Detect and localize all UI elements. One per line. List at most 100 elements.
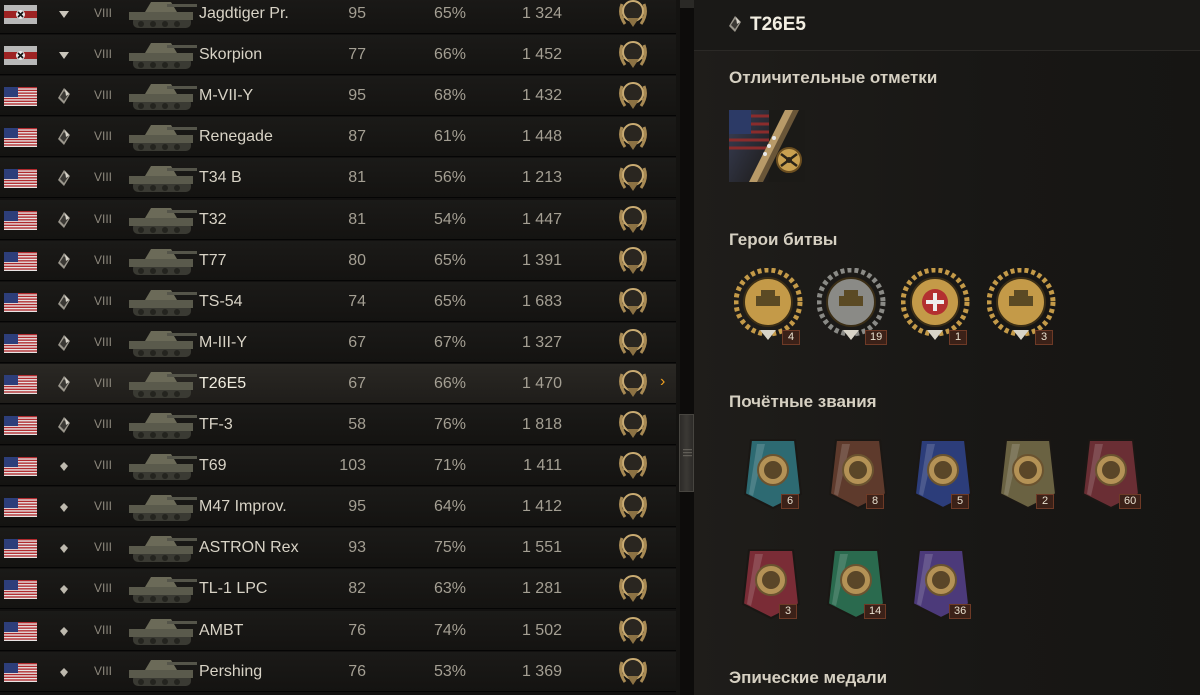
battles-count: 74 (348, 292, 366, 310)
tank-name: M-III-Y (199, 333, 247, 351)
vehicle-row[interactable]: VIII M-III-Y 67 67% 1 327 (0, 322, 676, 363)
tank-thumbnail-icon (129, 43, 197, 70)
battles-count: 81 (348, 210, 366, 228)
vehicle-row[interactable]: VIII T26E5 67 66% 1 470 › (0, 363, 676, 404)
medal-count: 19 (865, 330, 888, 345)
tank-name: T26E5 (199, 374, 247, 392)
win-rate: 67% (433, 333, 466, 351)
tier-label: VIII (93, 622, 112, 637)
medal-count: 2 (1036, 494, 1054, 509)
tier-label: VIII (93, 375, 112, 390)
vehicle-row[interactable]: VIII Pershing 76 53% 1 369 (0, 651, 676, 692)
average-experience: 1 327 (521, 333, 562, 351)
usa-flag-icon (4, 498, 37, 518)
vehicle-row[interactable]: VIII AMBT 76 74% 1 502 (0, 610, 676, 651)
mastery-badge-icon (619, 41, 647, 69)
battles-count: 81 (348, 169, 366, 187)
heavy-tank-type-icon (58, 252, 70, 269)
win-rate: 68% (433, 87, 466, 105)
tank-name: M-VII-Y (199, 87, 254, 105)
battles-count: 58 (348, 416, 366, 433)
battles-count: 93 (348, 539, 366, 557)
shield-cross-medal-icon[interactable]: 1 (900, 267, 975, 348)
mastery-badge-icon (619, 123, 647, 151)
tank-gold-medal-icon[interactable]: 4 (733, 267, 808, 348)
tank-name: TS-54 (199, 292, 243, 310)
tank-gold-emblem-icon[interactable]: 3 (986, 267, 1061, 348)
tank-destroyer-type-icon (59, 11, 69, 18)
tank-silver-wreath-icon[interactable]: 19 (816, 267, 891, 348)
tank-thumbnail-icon (129, 207, 197, 234)
vehicle-row[interactable]: VIII T34 B 81 56% 1 213 (0, 158, 676, 199)
vehicle-row[interactable]: VIII M-VII-Y 95 68% 1 432 (0, 76, 676, 117)
tank-thumbnail-icon (129, 330, 197, 357)
wheat-green-ribbon-icon[interactable]: 14 (822, 546, 898, 628)
tank-brown-ribbon-icon[interactable]: 8 (824, 436, 900, 518)
mastery-badge-icon (619, 82, 647, 110)
tower-blue-ribbon-icon[interactable]: 5 (909, 436, 985, 518)
germany-flag-icon (4, 46, 37, 66)
mastery-badge-icon (619, 411, 647, 438)
battles-count: 87 (348, 128, 366, 146)
vehicle-row[interactable]: VIII Jagdtiger Pr. 95 65% 1 324 (0, 0, 676, 34)
knife-red-ribbon-icon[interactable]: 3 (737, 546, 813, 628)
scrollbar-track[interactable] (680, 0, 694, 695)
chevron-olive-ribbon-icon[interactable]: 2 (994, 436, 1070, 518)
usa-flag-icon (4, 374, 37, 394)
vehicle-row[interactable]: VIII ASTRON Rex 93 75% 1 551 (0, 528, 676, 569)
mark-of-excellence-icon[interactable] (729, 110, 805, 182)
tank-destroyer-type-icon (59, 52, 69, 60)
sword-teal-ribbon-icon[interactable]: 6 (739, 436, 815, 518)
usa-flag-icon (4, 621, 37, 641)
vehicle-row[interactable]: VIII Renegade 87 61% 1 448 (0, 117, 676, 158)
medal-count: 3 (779, 604, 797, 619)
heavy-tank-type-icon (58, 334, 70, 351)
heavy-tank-type-icon (58, 170, 70, 187)
win-rate: 66% (433, 46, 466, 64)
vehicle-row[interactable]: VIII M47 Improv. 95 64% 1 412 (0, 487, 676, 528)
battles-count: 95 (348, 498, 366, 516)
tank-thumbnail-icon (129, 248, 197, 275)
mastery-badge-icon (619, 328, 647, 356)
win-rate: 61% (433, 128, 466, 146)
tank-name: T32 (199, 210, 227, 228)
medium-tank-type-icon (60, 585, 68, 595)
win-rate: 65% (433, 5, 466, 22)
scrollbar-up[interactable] (680, 0, 694, 8)
scrollbar-thumb[interactable]: — — — (679, 414, 694, 492)
wreath-purple-ribbon-icon[interactable]: 36 (907, 546, 983, 628)
win-rate: 56% (433, 169, 466, 187)
mastery-badge-icon (619, 164, 647, 192)
usa-flag-icon (4, 333, 37, 353)
tank-thumbnail-icon (129, 413, 197, 439)
win-rate: 76% (433, 416, 466, 433)
vehicle-row[interactable]: VIII TF-3 58 76% 1 818 (0, 405, 676, 445)
scroll-grip-icon: — — — (683, 444, 692, 460)
vehicle-row[interactable]: VIII T32 81 54% 1 447 (0, 199, 676, 240)
tank-name: Renegade (199, 128, 273, 146)
vehicle-row[interactable]: VIII TL-1 LPC 82 63% 1 281 (0, 569, 676, 610)
usa-flag-icon (4, 251, 37, 271)
section-title-marks: Отличительные отметки (729, 68, 938, 87)
tier-label: VIII (93, 6, 112, 20)
mastery-badge-icon (619, 452, 647, 480)
medal-count: 5 (951, 494, 969, 509)
medal-count: 14 (864, 604, 887, 619)
vehicle-detail-panel: T26E5 Отличительные отметки Герои битвы (694, 0, 1200, 695)
usa-flag-icon (4, 169, 37, 189)
cross-red-ribbon-icon[interactable]: 60 (1077, 436, 1153, 518)
win-rate: 66% (433, 374, 466, 392)
usa-flag-icon (4, 662, 37, 682)
tank-thumbnail-icon (129, 84, 197, 111)
vehicle-row[interactable]: VIII Skorpion 77 66% 1 452 (0, 35, 676, 76)
tank-thumbnail-icon (129, 454, 197, 481)
vehicle-row[interactable]: VIII T77 80 65% 1 391 (0, 240, 676, 281)
tank-thumbnail-icon (129, 577, 197, 604)
tier-label: VIII (93, 540, 112, 555)
medium-tank-type-icon (60, 462, 68, 472)
tank-thumbnail-icon (129, 125, 197, 152)
vehicle-row[interactable]: VIII TS-54 74 65% 1 683 (0, 281, 676, 322)
mastery-badge-icon (619, 287, 647, 315)
vehicle-row[interactable]: VIII T69 103 71% 1 411 (0, 446, 676, 487)
tank-thumbnail-icon (129, 536, 197, 563)
